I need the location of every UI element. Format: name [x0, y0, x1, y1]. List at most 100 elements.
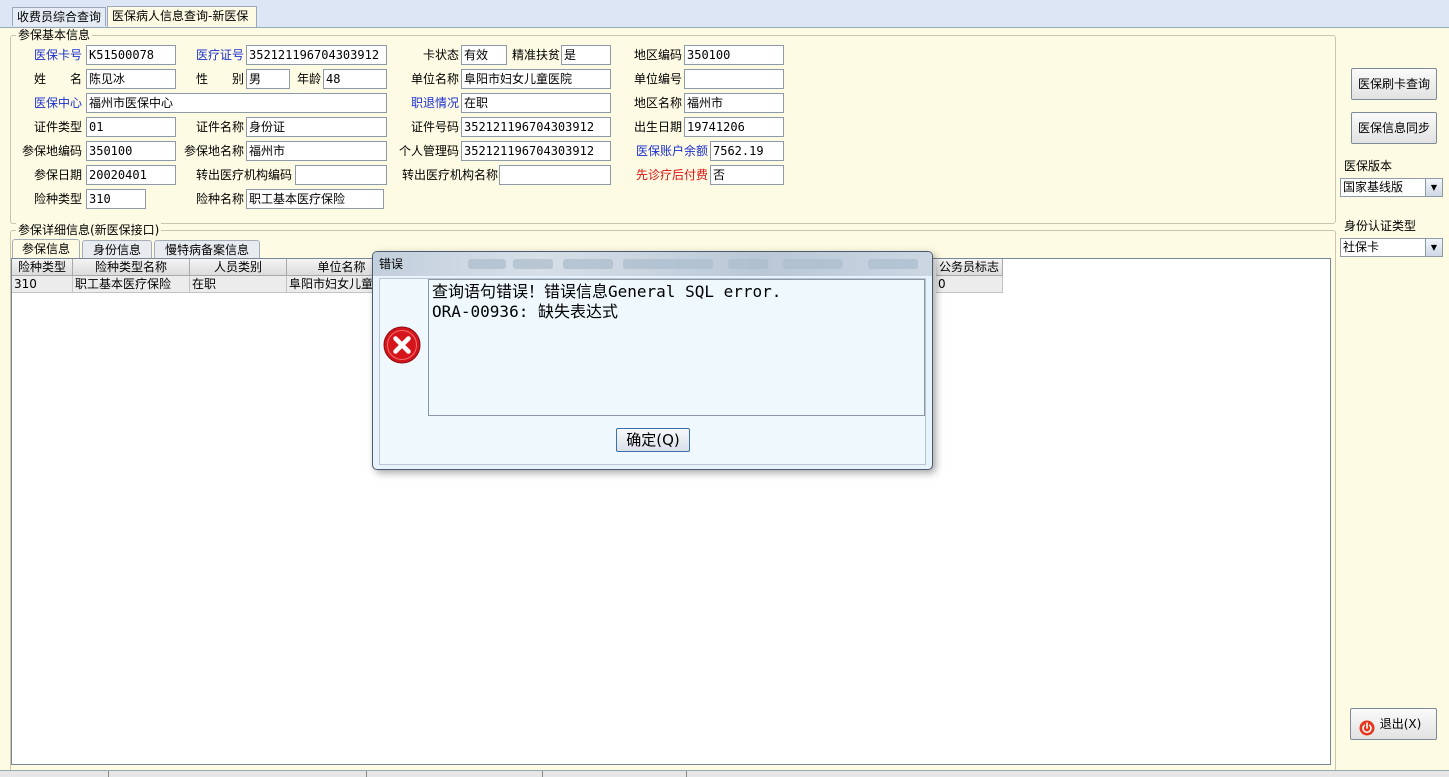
ins-type-name-field[interactable]: 职工基本医疗保险	[246, 189, 384, 209]
card-no-label: 医保卡号	[33, 48, 82, 62]
ins-type-name-label: 险种名称	[195, 192, 244, 206]
status-bar-segment	[0, 771, 109, 777]
tab-chronic-disease-info[interactable]: 慢特病备案信息	[154, 240, 260, 258]
sync-info-button[interactable]: 医保信息同步	[1351, 112, 1437, 144]
table-cell[interactable]: 在职	[190, 276, 287, 293]
poverty-field[interactable]: 是	[561, 45, 611, 65]
table-cell[interactable]: 职工基本医疗保险	[73, 276, 190, 293]
insurance-center-label: 医保中心	[33, 96, 82, 110]
auth-type-select[interactable]: 社保卡 ▼	[1340, 238, 1443, 257]
table-cell[interactable]: 0	[936, 276, 1003, 293]
basic-info-group-title: 参保基本信息	[16, 28, 93, 42]
chevron-down-icon[interactable]: ▼	[1425, 179, 1442, 196]
chevron-down-icon[interactable]: ▼	[1425, 239, 1442, 256]
version-select[interactable]: 国家基线版 ▼	[1340, 178, 1443, 197]
id-type-label: 证件类型	[33, 120, 82, 134]
pay-after-field[interactable]: 否	[710, 165, 784, 185]
unit-no-field[interactable]	[684, 69, 784, 89]
obscured-area	[868, 259, 918, 269]
exit-button[interactable]: 退出(X)	[1350, 708, 1437, 740]
insured-date-label: 参保日期	[33, 168, 82, 182]
account-balance-label: 医保账户余额	[635, 144, 708, 158]
tab-identity-info[interactable]: 身份信息	[82, 240, 152, 258]
exit-button-label: 退出(X)	[1379, 717, 1422, 731]
obscured-area	[783, 259, 843, 269]
card-status-label: 卡状态	[422, 48, 459, 62]
job-status-field[interactable]: 在职	[461, 93, 611, 113]
place-code-label: 参保地编码	[21, 144, 82, 158]
insured-date-field[interactable]: 20020401	[86, 165, 176, 185]
medical-cert-field[interactable]: 352121196704303912	[246, 45, 387, 65]
auth-type-label: 身份认证类型	[1344, 219, 1417, 233]
dialog-title: 错误	[379, 257, 404, 271]
error-message: 查询语句错误！错误信息General SQL error. ORA-00936:…	[428, 279, 925, 416]
region-name-label: 地区名称	[633, 96, 682, 110]
table-cell[interactable]: 310	[12, 276, 73, 293]
obscured-area	[468, 259, 506, 269]
place-name-field[interactable]: 福州市	[246, 141, 387, 161]
swipe-card-query-button[interactable]: 医保刷卡查询	[1351, 68, 1437, 100]
ok-button[interactable]: 确定(Q)	[616, 428, 690, 452]
name-label: 姓 名	[33, 72, 82, 86]
power-icon	[1359, 717, 1375, 736]
poverty-label: 精准扶贫	[511, 48, 560, 62]
id-name-label: 证件名称	[195, 120, 244, 134]
tab-insured-info[interactable]: 参保信息	[12, 239, 80, 258]
obscured-area	[623, 259, 713, 269]
status-bar-segment	[110, 771, 367, 777]
pay-after-label: 先诊疗后付费	[635, 168, 708, 182]
birth-date-field[interactable]: 19741206	[684, 117, 784, 137]
job-status-label: 职退情况	[410, 96, 459, 110]
ins-type-label: 险种类型	[33, 192, 82, 206]
gender-field[interactable]: 男	[246, 69, 290, 89]
account-balance-field[interactable]: 7562.19	[710, 141, 784, 161]
unit-no-label: 单位编号	[633, 72, 682, 86]
transfer-code-label: 转出医疗机构编码	[195, 168, 292, 182]
auth-type-select-value: 社保卡	[1343, 240, 1380, 254]
id-no-field[interactable]: 352121196704303912	[461, 117, 611, 137]
insurance-center-field[interactable]: 福州市医保中心	[86, 93, 387, 113]
id-type-field[interactable]: 01	[86, 117, 176, 137]
card-status-field[interactable]: 有效	[461, 45, 507, 65]
tab-insurance-patient-query[interactable]: 医保病人信息查询-新医保	[107, 6, 257, 27]
detail-group-title: 参保详细信息(新医保接口)	[16, 223, 162, 237]
name-field[interactable]: 陈见冰	[86, 69, 176, 89]
birth-date-label: 出生日期	[633, 120, 682, 134]
personal-code-field[interactable]: 352121196704303912	[461, 141, 611, 161]
obscured-area	[728, 259, 768, 269]
place-name-label: 参保地名称	[183, 144, 244, 158]
top-tab-strip: 收费员综合查询 医保病人信息查询-新医保	[0, 0, 1449, 28]
id-no-label: 证件号码	[410, 120, 459, 134]
gender-label: 性 别	[195, 72, 244, 86]
transfer-name-field[interactable]	[499, 165, 611, 185]
place-code-field[interactable]: 350100	[86, 141, 176, 161]
error-dialog: 错误 查询语句错误！错误信息General SQL error. ORA-009…	[372, 251, 933, 470]
id-name-field[interactable]: 身份证	[246, 117, 387, 137]
version-label: 医保版本	[1344, 159, 1393, 173]
column-header-ins-type-name[interactable]: 险种类型名称	[73, 259, 190, 276]
column-header-person-category[interactable]: 人员类别	[190, 259, 287, 276]
unit-name-field[interactable]: 阜阳市妇女儿童医院	[461, 69, 611, 89]
tab-cashier-query[interactable]: 收费员综合查询	[12, 7, 106, 26]
transfer-code-field[interactable]	[295, 165, 387, 185]
version-select-value: 国家基线版	[1343, 180, 1404, 194]
error-icon	[383, 326, 421, 364]
ins-type-field[interactable]: 310	[86, 189, 146, 209]
status-bar-segment	[368, 771, 543, 777]
medical-cert-label: 医疗证号	[195, 48, 244, 62]
column-header-civil-servant-flag[interactable]: 公务员标志	[936, 259, 1003, 276]
status-bar-segment	[544, 771, 687, 777]
region-code-field[interactable]: 350100	[684, 45, 784, 65]
region-name-field[interactable]: 福州市	[684, 93, 784, 113]
obscured-area	[513, 259, 553, 269]
region-code-label: 地区编码	[633, 48, 682, 62]
obscured-area	[563, 259, 613, 269]
unit-name-label: 单位名称	[410, 72, 459, 86]
card-no-field[interactable]: K51500078	[86, 45, 176, 65]
age-field[interactable]: 48	[323, 69, 387, 89]
dialog-titlebar[interactable]: 错误	[373, 252, 932, 276]
personal-code-label: 个人管理码	[398, 144, 459, 158]
transfer-name-label: 转出医疗机构名称	[401, 168, 498, 182]
age-label: 年龄	[296, 72, 321, 86]
column-header-ins-type[interactable]: 险种类型	[12, 259, 73, 276]
